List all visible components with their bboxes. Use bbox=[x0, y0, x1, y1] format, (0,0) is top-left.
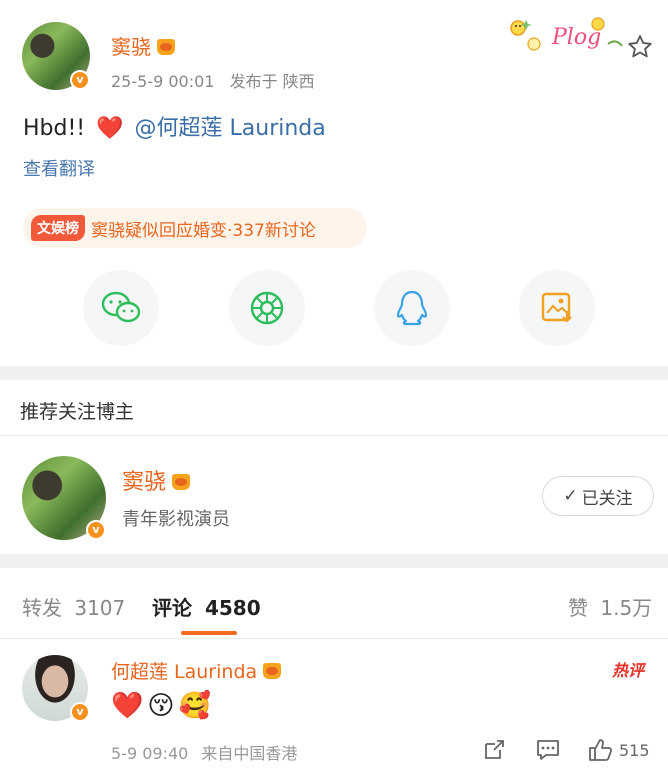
svg-text:Plog: Plog bbox=[551, 25, 601, 50]
comment-like-button[interactable]: 515 bbox=[587, 736, 650, 764]
post-meta: 25-5-9 00:01 发布于 陕西 bbox=[111, 68, 325, 92]
verified-badge-icon: v bbox=[86, 520, 106, 540]
wechat-icon bbox=[101, 291, 141, 323]
share-qq-button[interactable] bbox=[374, 270, 450, 346]
tab-comment[interactable]: 评论 4580 bbox=[152, 592, 261, 621]
comment-content: ❤️ 😚 🥰 bbox=[111, 688, 211, 724]
active-tab-underline bbox=[181, 631, 237, 635]
post-text: Hbd!! bbox=[23, 116, 86, 141]
recommend-name-text[interactable]: 窦骁 bbox=[122, 470, 166, 495]
follow-button[interactable]: ✓ 已关注 bbox=[542, 476, 654, 516]
verified-badge-icon: v bbox=[70, 70, 90, 90]
commenter-name[interactable]: 何超莲 Laurinda bbox=[111, 657, 282, 684]
qq-icon bbox=[396, 290, 428, 326]
tab-repost-count: 3107 bbox=[74, 596, 126, 620]
post-location: 发布于 陕西 bbox=[229, 72, 315, 91]
check-icon: ✓ bbox=[563, 486, 578, 506]
post-card: v 窦骁 25-5-9 00:01 发布于 陕西 Plog Hbd!! ❤️ @… bbox=[0, 0, 668, 366]
tab-repost[interactable]: 转发 3107 bbox=[22, 592, 125, 621]
author-name-text[interactable]: 窦骁 bbox=[111, 35, 151, 59]
divider-line bbox=[0, 638, 668, 639]
hot-topic-tag: 文娱榜 bbox=[31, 215, 85, 241]
post-content: Hbd!! ❤️ @何超莲 Laurinda bbox=[23, 110, 326, 142]
post-time: 25-5-9 00:01 bbox=[111, 72, 215, 91]
tab-comment-label: 评论 bbox=[152, 596, 192, 620]
comment-actions: 515 bbox=[0, 736, 668, 766]
tab-repost-label: 转发 bbox=[22, 596, 62, 620]
hot-topic-text: 窦骁疑似回应婚变·337新讨论 bbox=[91, 220, 316, 241]
section-divider bbox=[0, 366, 668, 380]
tab-comment-count: 4580 bbox=[204, 596, 261, 620]
recommend-desc: 青年影视演员 bbox=[122, 509, 230, 530]
section-divider bbox=[0, 554, 668, 568]
save-image-button[interactable] bbox=[519, 270, 595, 346]
plog-sticker-icon: Plog bbox=[510, 17, 623, 51]
recommend-name[interactable]: 窦骁 bbox=[122, 464, 191, 496]
hot-comment-badge: 热评 bbox=[612, 661, 645, 680]
comment-reply-button[interactable] bbox=[535, 736, 561, 764]
moments-icon bbox=[250, 291, 284, 325]
star-icon[interactable] bbox=[627, 34, 653, 60]
author-name[interactable]: 窦骁 bbox=[111, 31, 175, 60]
share-moments-button[interactable] bbox=[229, 270, 305, 346]
share-row bbox=[0, 270, 668, 348]
thumbs-up-icon bbox=[589, 739, 613, 761]
repost-icon bbox=[485, 740, 504, 759]
interaction-tabs: 转发 3107 评论 4580 赞 1.5万 bbox=[0, 572, 668, 638]
share-wechat-button[interactable] bbox=[83, 270, 159, 346]
comment-repost-button[interactable] bbox=[482, 736, 506, 764]
crown-icon bbox=[172, 474, 191, 490]
comment-like-count: 515 bbox=[619, 740, 650, 760]
heart-emoji-icon: ❤️ bbox=[111, 691, 144, 721]
mention-link[interactable]: @何超莲 Laurinda bbox=[135, 116, 326, 141]
hot-topic-banner[interactable]: 文娱榜 窦骁疑似回应婚变·337新讨论 bbox=[23, 208, 367, 248]
crown-icon bbox=[263, 663, 282, 679]
comment-icon bbox=[537, 740, 559, 760]
follow-label: 已关注 bbox=[581, 488, 633, 509]
tab-like-label: 赞 bbox=[568, 596, 588, 620]
commenter-name-text[interactable]: 何超莲 Laurinda bbox=[111, 661, 257, 683]
save-image-icon bbox=[541, 292, 572, 323]
verified-badge-icon: v bbox=[70, 702, 90, 722]
tab-like[interactable]: 赞 1.5万 bbox=[568, 592, 652, 621]
heart-emoji-icon: ❤️ bbox=[96, 116, 124, 141]
divider-line bbox=[0, 435, 668, 436]
recommend-title: 推荐关注博主 bbox=[20, 401, 135, 423]
love-emoji-icon: 🥰 bbox=[178, 691, 211, 721]
tab-like-count: 1.5万 bbox=[600, 596, 653, 620]
crown-icon bbox=[157, 39, 175, 55]
kiss-emoji-icon: 😚 bbox=[147, 691, 175, 721]
translate-link[interactable]: 查看翻译 bbox=[23, 155, 95, 181]
